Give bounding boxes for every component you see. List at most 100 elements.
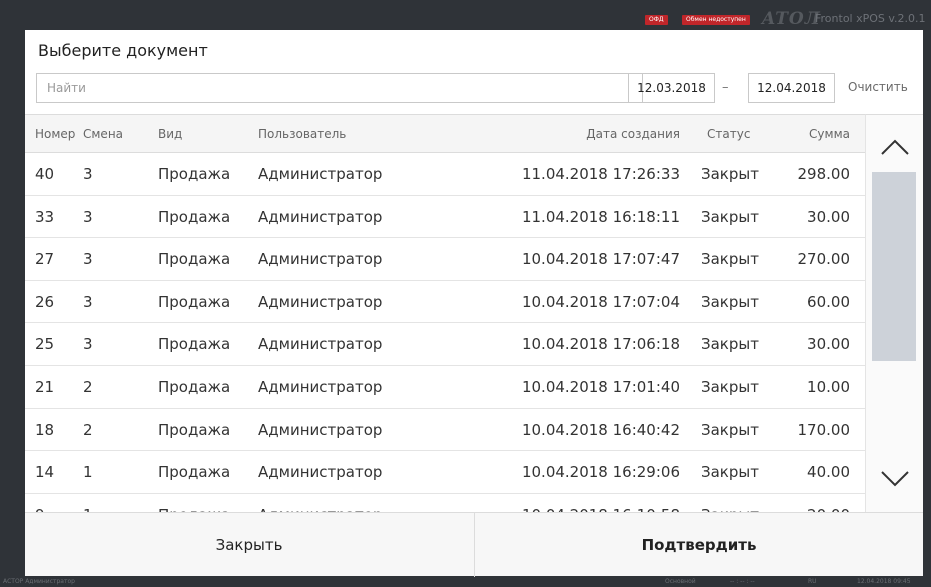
status-language: RU <box>808 578 817 585</box>
cell-date: 10.04.2018 16:40:42 <box>521 420 680 439</box>
search-input[interactable] <box>36 73 643 103</box>
cell-sum: 30.00 <box>807 207 850 226</box>
column-header-date[interactable]: Дата создания <box>586 127 680 141</box>
cell-shift: 3 <box>83 165 93 183</box>
cell-number: 40 <box>35 165 55 183</box>
cell-user: Администратор <box>258 420 383 439</box>
top-bar: ОФД Обмен недоступен ATOЛ Frontol xPOS v… <box>0 0 931 30</box>
status-datetime: 12.04.2018 09:45 <box>857 578 911 585</box>
clear-button[interactable]: Очистить <box>848 80 908 94</box>
confirm-button[interactable]: Подтвердить <box>474 513 923 577</box>
table-row[interactable]: 26 3 Продажа Администратор 10.04.2018 17:07:… <box>25 280 865 324</box>
cell-date: 10.04.2018 17:06:18 <box>521 335 680 354</box>
cell-user: Администратор <box>258 165 383 183</box>
ofd-badge: ОФД <box>645 15 668 25</box>
cell-user: Администратор <box>258 335 383 354</box>
cell-shift: 1 <box>83 463 93 482</box>
column-header-status[interactable]: Статус <box>707 127 750 141</box>
cell-user: Администратор <box>258 250 383 269</box>
app-version: Frontol xPOS v.2.0.1 <box>815 12 926 25</box>
cell-shift: 3 <box>83 292 93 311</box>
cell-status: Закрыт <box>701 420 759 439</box>
cell-shift: 2 <box>83 377 93 396</box>
cell-sum: 170.00 <box>797 420 851 439</box>
table-row[interactable]: 18 2 Продажа Администратор 10.04.2018 16:40:… <box>25 408 865 452</box>
status-bar: АСТОР Администратор Основной -- : -- : -… <box>0 576 931 587</box>
cell-number: 26 <box>35 292 55 311</box>
cell-date: 10.04.2018 17:07:04 <box>521 292 680 311</box>
cell-type: Продажа <box>158 292 231 311</box>
cell-status: Закрыт <box>701 463 759 482</box>
column-header-number[interactable]: Номер <box>35 127 75 141</box>
table-row[interactable]: 21 2 Продажа Администратор 10.04.2018 17:01:… <box>25 365 865 409</box>
cell-sum: 30.00 <box>807 335 850 354</box>
atol-logo: ATOЛ <box>762 9 821 29</box>
cell-user: Администратор <box>258 292 383 311</box>
table-row[interactable]: 33 3 Продажа Администратор 11.04.2018 16:18:… <box>25 195 865 239</box>
cell-user: Администратор <box>258 207 383 226</box>
column-header-sum[interactable]: Сумма <box>809 127 850 141</box>
chevron-down-icon[interactable] <box>866 453 924 505</box>
status-user: АСТОР Администратор <box>3 578 75 585</box>
cell-status: Закрыт <box>701 377 759 396</box>
column-header-shift[interactable]: Смена <box>83 127 123 141</box>
cell-date: 11.04.2018 16:18:11 <box>521 207 680 226</box>
table-row[interactable]: 14 1 Продажа Администратор 10.04.2018 16:29:… <box>25 451 865 494</box>
scroll-rail <box>865 114 923 512</box>
cell-sum: 40.00 <box>807 463 850 482</box>
cell-shift: 3 <box>83 250 93 269</box>
cell-status: Закрыт <box>701 335 759 354</box>
exchange-status-badge: Обмен недоступен <box>682 15 750 25</box>
cell-date: 10.04.2018 17:01:40 <box>521 377 680 396</box>
cell-sum: 60.00 <box>807 292 850 311</box>
column-header-user[interactable]: Пользователь <box>258 127 346 141</box>
cell-status: Закрыт <box>701 292 759 311</box>
cell-shift: 2 <box>83 420 93 439</box>
status-mode: Основной <box>665 578 696 585</box>
cell-type: Продажа <box>158 335 231 354</box>
cell-number: 14 <box>35 463 55 482</box>
cell-sum: 298.00 <box>797 165 851 183</box>
cell-type: Продажа <box>158 420 231 439</box>
table-row[interactable]: 25 3 Продажа Администратор 10.04.2018 17:06:… <box>25 323 865 366</box>
cell-date: 10.04.2018 16:29:06 <box>521 463 680 482</box>
cell-date: 11.04.2018 17:26:33 <box>521 165 680 183</box>
dialog-title: Выберите документ <box>38 41 208 60</box>
cell-status: Закрыт <box>701 250 759 269</box>
dialog-footer: Закрыть Подтвердить <box>25 512 923 577</box>
table-body: 40 3 Продажа Администратор 11.04.2018 17:26:… <box>25 153 865 512</box>
table-row[interactable]: 27 3 Продажа Администратор 10.04.2018 17:07:… <box>25 238 865 281</box>
status-placeholder: -- : -- : -- <box>730 578 755 585</box>
column-header-type[interactable]: Вид <box>158 127 182 141</box>
cell-status: Закрыт <box>701 207 759 226</box>
cell-type: Продажа <box>158 463 231 482</box>
scrollbar-thumb[interactable] <box>872 172 916 361</box>
cell-type: Продажа <box>158 165 231 183</box>
documents-table: Номер Смена Вид Пользователь Дата создан… <box>25 114 865 512</box>
date-from-field[interactable]: 12.03.2018 <box>628 73 715 103</box>
cell-sum: 270.00 <box>797 250 851 269</box>
cell-type: Продажа <box>158 207 231 226</box>
cell-user: Администратор <box>258 377 383 396</box>
cell-type: Продажа <box>158 250 231 269</box>
cell-number: 27 <box>35 250 55 269</box>
cell-shift: 3 <box>83 335 93 354</box>
select-document-dialog: Выберите документ 12.03.2018 – 12.04.201… <box>25 30 923 577</box>
cell-user: Администратор <box>258 463 383 482</box>
cell-status: Закрыт <box>701 165 759 183</box>
table-row[interactable]: 40 3 Продажа Администратор 11.04.2018 17:26:… <box>25 153 865 196</box>
close-button[interactable]: Закрыть <box>25 513 473 577</box>
cell-date: 10.04.2018 17:07:47 <box>521 250 680 269</box>
cell-shift: 3 <box>83 207 93 226</box>
date-range-separator: – <box>722 80 729 95</box>
cell-type: Продажа <box>158 377 231 396</box>
chevron-up-icon[interactable] <box>866 121 924 173</box>
cell-sum: 10.00 <box>807 377 850 396</box>
table-row[interactable]: 91ПродажаАдминистратор10.04.2018 16:10:5… <box>25 493 865 512</box>
cell-number: 21 <box>35 377 55 396</box>
date-to-field[interactable]: 12.04.2018 <box>748 73 835 103</box>
cell-number: 33 <box>35 207 55 226</box>
cell-number: 25 <box>35 335 55 354</box>
table-header: Номер Смена Вид Пользователь Дата создан… <box>25 115 865 153</box>
cell-number: 18 <box>35 420 55 439</box>
